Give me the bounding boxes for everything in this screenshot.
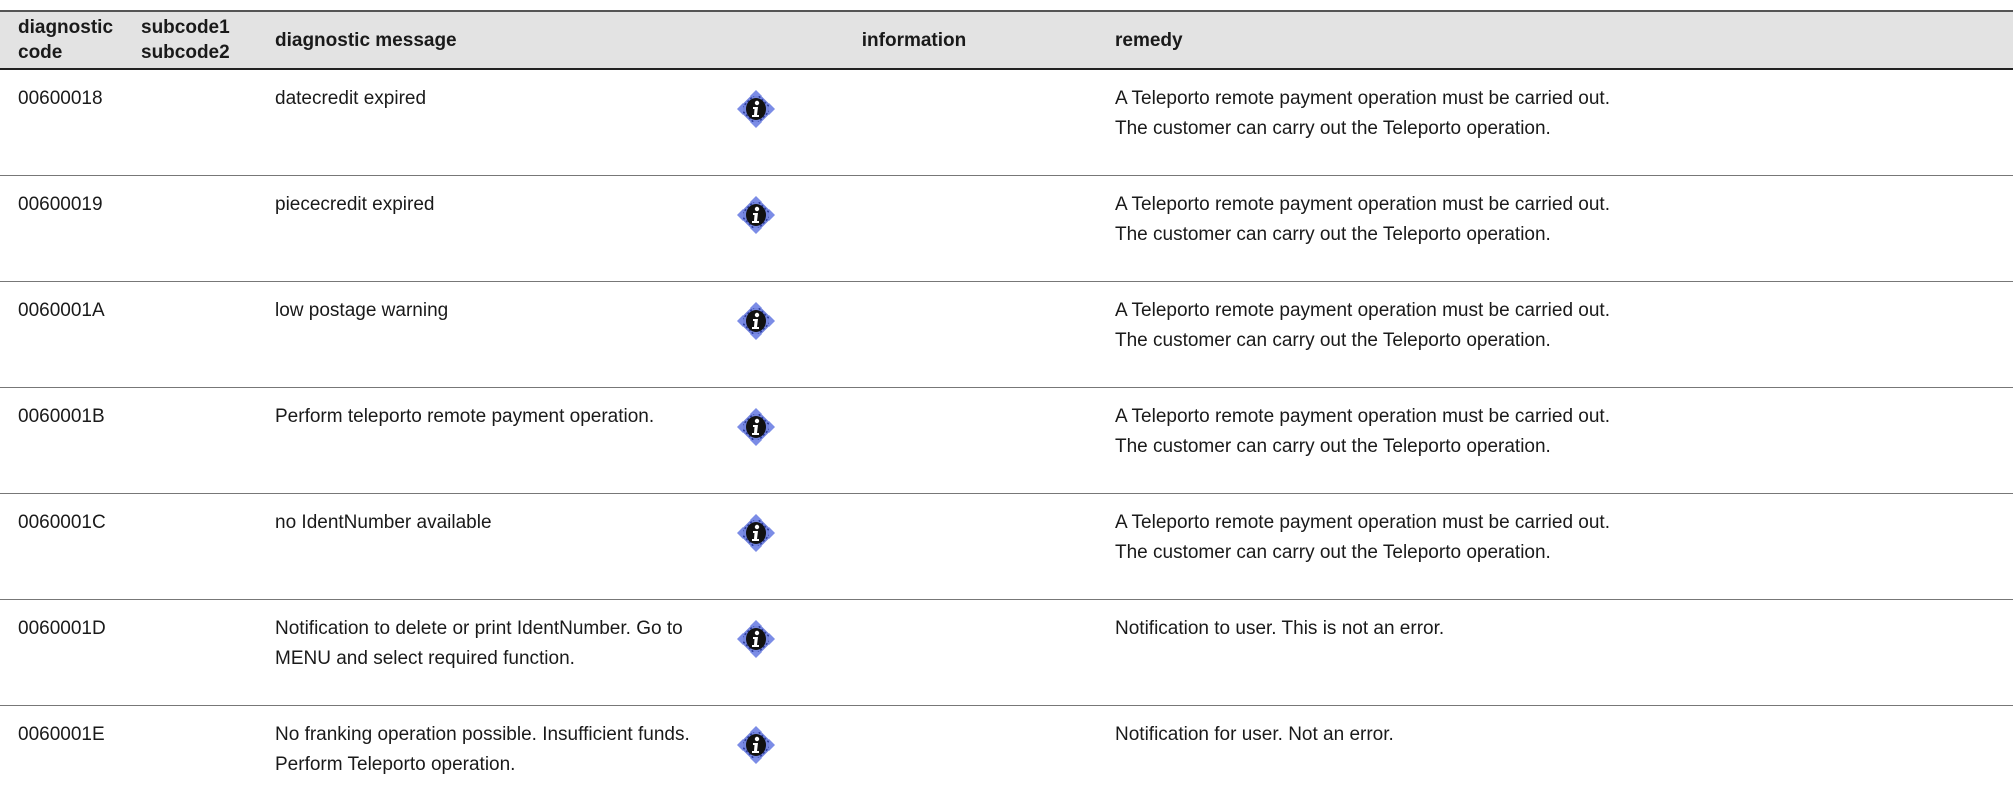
remedy-cell: Notification to user. This is not an err… [1111,599,2013,706]
diagnostic-code-cell: 0060001B [0,387,133,494]
diagnostic-code-cell: 00600019 [0,175,133,282]
remedy-line: Notification for user. Not an error. [1115,723,1394,745]
table-row: 0060001C no IdentNumber available A Tele… [0,493,2013,600]
remedy-line: The customer can carry out the Teleporto… [1115,541,1551,563]
table-row: 00600019 piececredit expired A Teleporto… [0,175,2013,282]
remedy-cell: A Teleporto remote payment operation mus… [1111,175,2013,282]
table-row: 0060001B Perform teleporto remote paymen… [0,387,2013,494]
header-row: diagnostic code subcode1 subcode2 diagno… [0,10,2013,70]
information-cell [717,493,1111,600]
remedy-line: A Teleporto remote payment operation mus… [1115,88,1610,109]
diagnostic-code-cell: 0060001A [0,281,133,388]
table-body: 00600018 datecredit expired A Teleporto … [0,69,2013,811]
info-icon[interactable] [731,614,781,664]
header-remedy: remedy [1111,10,2013,70]
subcode-cell [133,387,265,494]
remedy-line: A Teleporto remote payment operation mus… [1115,511,1610,533]
info-icon[interactable] [731,190,781,240]
diagnostic-message-cell: low postage warning [265,281,717,388]
diagnostic-message-text: piececredit expired [275,193,435,215]
remedy-line: The customer can carry out the Teleporto… [1115,223,1551,245]
subcode-cell [133,705,265,811]
info-icon[interactable] [731,402,781,452]
info-icon[interactable] [731,508,781,558]
diagnostic-code-cell: 0060001D [0,599,133,706]
diagnostic-code-cell: 00600018 [0,69,133,176]
header-diagnostic-message: diagnostic message [265,10,717,70]
subcode-cell [133,175,265,282]
remedy-cell: A Teleporto remote payment operation mus… [1111,281,2013,388]
diagnostic-message-cell: Perform teleporto remote payment operati… [265,387,717,494]
information-cell [717,387,1111,494]
header-code-line1: diagnostic [18,17,114,38]
subcode-cell [133,69,265,176]
diagnostic-table: diagnostic code subcode1 subcode2 diagno… [0,10,2013,811]
diagnostic-message-text: Notification to delete or print IdentNum… [275,617,683,669]
diagnostic-message-cell: no IdentNumber available [265,493,717,600]
remedy-cell: A Teleporto remote payment operation mus… [1111,387,2013,494]
subcode-cell [133,493,265,600]
diagnostic-message-text: Perform teleporto remote payment operati… [275,405,655,427]
remedy-cell: Notification for user. Not an error. [1111,705,2013,811]
diagnostic-message-text: low postage warning [275,299,449,321]
remedy-line: The customer can carry out the Teleporto… [1115,118,1551,139]
remedy-cell: A Teleporto remote payment operation mus… [1111,69,2013,176]
table-row: 0060001A low postage warning A Teleporto… [0,281,2013,388]
diagnostic-message-cell: No franking operation possible. Insuffic… [265,705,717,811]
header-subcode: subcode1 subcode2 [133,10,265,70]
subcode-cell [133,281,265,388]
diagnostic-message-text: datecredit expired [275,88,427,109]
information-cell [717,69,1111,176]
diagnostic-message-text: no IdentNumber available [275,511,492,533]
subcode-cell [133,599,265,706]
remedy-line: The customer can carry out the Teleporto… [1115,435,1551,457]
diagnostic-message-cell: Notification to delete or print IdentNum… [265,599,717,706]
remedy-line: A Teleporto remote payment operation mus… [1115,405,1610,427]
remedy-line: A Teleporto remote payment operation mus… [1115,299,1610,321]
header-subcode-line1: subcode1 [141,17,230,38]
information-cell [717,281,1111,388]
information-cell [717,599,1111,706]
information-cell [717,705,1111,811]
header-information: information [717,10,1111,70]
table-header: diagnostic code subcode1 subcode2 diagno… [0,10,2013,70]
info-icon[interactable] [731,84,781,134]
remedy-line: The customer can carry out the Teleporto… [1115,329,1551,351]
diagnostic-code-cell: 0060001E [18,723,105,745]
info-icon[interactable] [731,296,781,346]
info-icon[interactable] [731,720,781,770]
diagnostic-code-cell: 0060001C [0,493,133,600]
table-row: 0060001E No franking operation possible.… [0,705,2013,811]
table-row: 0060001D Notification to delete or print… [0,599,2013,706]
table-row: 00600018 datecredit expired A Teleporto … [0,69,2013,176]
diagnostic-message-text: No franking operation possible. Insuffic… [275,723,690,775]
header-subcode-line2: subcode2 [141,42,230,63]
remedy-cell: A Teleporto remote payment operation mus… [1111,493,2013,600]
diagnostic-message-cell: datecredit expired [265,69,717,176]
remedy-line: A Teleporto remote payment operation mus… [1115,193,1610,215]
diagnostic-message-cell: piececredit expired [265,175,717,282]
header-code-line2: code [18,42,63,63]
remedy-line: Notification to user. This is not an err… [1115,617,1445,639]
header-diagnostic-code: diagnostic code [0,10,133,70]
information-cell [717,175,1111,282]
